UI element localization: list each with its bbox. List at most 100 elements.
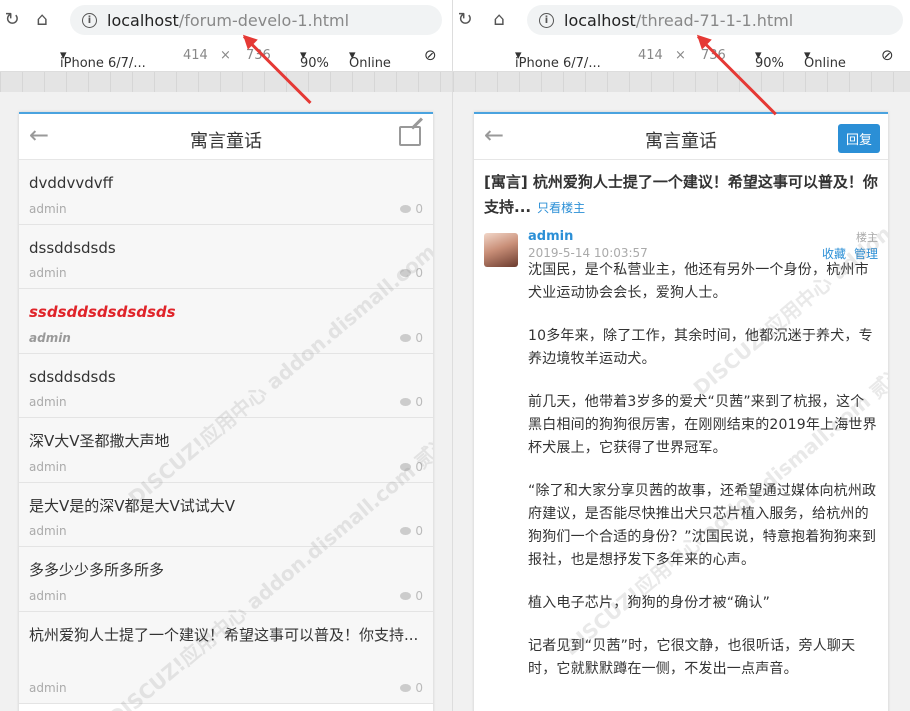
favorite-link[interactable]: 收藏 xyxy=(822,247,846,261)
phone-viewport-forum: ← 寓言童话 dvddvvdvff admin 0 dssddsdsds adm… xyxy=(19,112,433,711)
times-sign: × xyxy=(675,48,686,63)
comment-bubble-icon xyxy=(400,591,412,600)
network-label: Online xyxy=(349,56,391,71)
zoom-select[interactable]: 90% ▾ xyxy=(755,48,784,71)
forum-title: 寓言童话 xyxy=(190,131,262,152)
device-label: iPhone 6/7/... xyxy=(515,56,601,71)
reply-count-value: 0 xyxy=(415,459,423,474)
thread-header: ← 寓言童话 回复 xyxy=(474,114,888,160)
thread-header-title: 寓言童话 xyxy=(645,131,717,152)
thread-author: admin xyxy=(29,524,67,538)
thread-title: 多多少少多所多所多 xyxy=(29,561,165,579)
thread-author: admin xyxy=(29,201,67,216)
thread-author: admin xyxy=(29,588,67,603)
reply-count-value: 0 xyxy=(415,266,423,280)
thread-list: dvddvvdvff admin 0 dssddsdsds admin 0 ss… xyxy=(19,160,433,704)
network-label: Online xyxy=(804,56,846,71)
post-paragraph: 植入电子芯片，狗狗的身份才被“确认” xyxy=(528,595,771,611)
reload-icon[interactable]: ↻ xyxy=(2,9,22,31)
author-name[interactable]: admin xyxy=(528,229,573,244)
address-bar-row: ↻ ⌂ i localhost/forum-develo-1.html xyxy=(0,0,452,40)
reply-count: 0 xyxy=(400,524,423,538)
address-bar-row: ↻ ⌂ i localhost/thread-71-1-1.html xyxy=(453,0,910,40)
thread-item[interactable]: ssdsddsdsdsdsds admin 0 xyxy=(19,289,433,354)
device-select[interactable]: iPhone 6/7/... ▾ xyxy=(515,48,601,71)
width-field[interactable]: 414 xyxy=(638,48,663,63)
device-select[interactable]: iPhone 6/7/... ▾ xyxy=(60,48,146,71)
rotate-icon[interactable]: ⊘ xyxy=(424,46,437,64)
thread-item[interactable]: 是大V是的深V都是大V试试大V admin 0 xyxy=(19,482,433,547)
ruler xyxy=(453,72,910,92)
post-actions: 收藏 管理 xyxy=(814,245,878,262)
info-icon[interactable]: i xyxy=(539,12,554,28)
reply-count: 0 xyxy=(400,589,423,603)
thread-title: 杭州爱狗人士提了一个建议！希望这事可以普及！你支持... xyxy=(29,625,419,644)
author-line: admin 2019-5-14 10:03:57 楼主 收藏 管理 xyxy=(528,227,878,262)
thread-title: 是大V是的深V都是大V试试大V xyxy=(29,496,236,515)
reply-count-value: 0 xyxy=(415,524,423,538)
url-host: localhost xyxy=(564,10,636,30)
post-paragraph: 10多年来，除了工作，其余时间，他都沉迷于养犬，专养边境牧羊运动犬。 xyxy=(528,328,873,367)
comment-bubble-icon xyxy=(400,527,412,535)
thread-title: ssdsddsdsdsdsds xyxy=(29,303,176,321)
post: admin 2019-5-14 10:03:57 楼主 收藏 管理 沈国民，是个私… xyxy=(474,227,888,681)
url-path: /thread-71-1-1.html xyxy=(635,10,794,30)
zoom-label: 90% xyxy=(755,56,784,71)
reply-count-value: 0 xyxy=(415,680,423,695)
network-select[interactable]: Online ▾ xyxy=(804,48,846,71)
thread-item[interactable]: 多多少少多所多所多 admin 0 xyxy=(19,547,433,612)
home-icon[interactable]: ⌂ xyxy=(32,9,52,31)
thread-item[interactable]: 杭州爱狗人士提了一个建议！希望这事可以普及！你支持... admin 0 xyxy=(19,611,433,704)
ruler xyxy=(0,72,452,92)
zoom-select[interactable]: 90% ▾ xyxy=(300,48,329,71)
thread-item[interactable]: dssddsdsds admin 0 xyxy=(19,224,433,289)
reply-count-value: 0 xyxy=(415,588,423,603)
manage-link[interactable]: 管理 xyxy=(854,247,878,261)
reply-count: 0 xyxy=(400,331,423,345)
reply-count: 0 xyxy=(400,395,423,409)
url-bar[interactable]: i localhost/thread-71-1-1.html xyxy=(527,5,903,35)
url-bar[interactable]: i localhost/forum-develo-1.html xyxy=(70,5,442,35)
comment-bubble-icon xyxy=(400,398,412,406)
thread-title: sdsddsdsds xyxy=(29,367,116,386)
comment-bubble-icon xyxy=(400,204,412,213)
reload-icon[interactable]: ↻ xyxy=(455,9,475,31)
post-paragraph: 沈国民，是个私营业主，他还有另外一个身份，杭州市犬业运动协会会长，爱狗人士。 xyxy=(528,262,869,301)
post-title: [寓言] 杭州爱狗人士提了一个建议！希望这事可以普及！你支持... 只看楼主 xyxy=(474,160,888,227)
left-browser-pane: ↻ ⌂ i localhost/forum-develo-1.html iPho… xyxy=(0,0,452,711)
comment-bubble-icon xyxy=(400,683,412,692)
forum-header: ← 寓言童话 xyxy=(19,114,433,160)
home-icon[interactable]: ⌂ xyxy=(489,9,509,31)
reply-count-value: 0 xyxy=(415,330,423,345)
only-op-link[interactable]: 只看楼主 xyxy=(537,201,585,215)
thread-author: admin xyxy=(29,330,71,345)
comment-bubble-icon xyxy=(400,269,412,277)
network-select[interactable]: Online ▾ xyxy=(349,48,391,71)
thread-author: admin xyxy=(29,266,67,280)
thread-item[interactable]: sdsddsdsds admin 0 xyxy=(19,353,433,418)
width-field[interactable]: 414 xyxy=(183,48,208,63)
reply-count-value: 0 xyxy=(415,201,423,216)
thread-item[interactable]: dvddvvdvff admin 0 xyxy=(19,160,433,225)
comment-bubble-icon xyxy=(400,333,412,342)
compose-icon[interactable] xyxy=(399,126,421,146)
reply-button[interactable]: 回复 xyxy=(837,124,880,153)
post-paragraph: “除了和大家分享贝茜的故事，还希望通过媒体向杭州政府建议，是否能尽快推出犬只芯片… xyxy=(528,483,877,568)
avatar[interactable] xyxy=(484,233,518,267)
device-toolbar: iPhone 6/7/... ▾ 414 × 736 90% ▾ Online … xyxy=(453,40,910,72)
post-paragraph: 记者见到“贝茜”时，它很文静，也很听话，旁人聊天时，它就默默蹲在一侧，不发出一点… xyxy=(528,638,856,677)
reply-count: 0 xyxy=(400,681,423,695)
rotate-icon[interactable]: ⊘ xyxy=(881,46,894,64)
device-toolbar: iPhone 6/7/... ▾ 414 × 736 90% ▾ Online … xyxy=(0,40,452,72)
zoom-label: 90% xyxy=(300,56,329,71)
comment-bubble-icon xyxy=(400,462,412,471)
thread-item[interactable]: 深V大V圣都撒大声地 admin 0 xyxy=(19,418,433,483)
url-path: /forum-develo-1.html xyxy=(178,10,350,30)
info-icon[interactable]: i xyxy=(82,12,97,28)
thread-title: 深V大V圣都撒大声地 xyxy=(29,432,170,450)
thread-title: dssddsdsds xyxy=(29,238,116,257)
reply-count: 0 xyxy=(400,202,423,216)
reply-count-value: 0 xyxy=(415,395,423,409)
thread-title: dvddvvdvff xyxy=(29,174,113,192)
times-sign: × xyxy=(220,48,231,63)
